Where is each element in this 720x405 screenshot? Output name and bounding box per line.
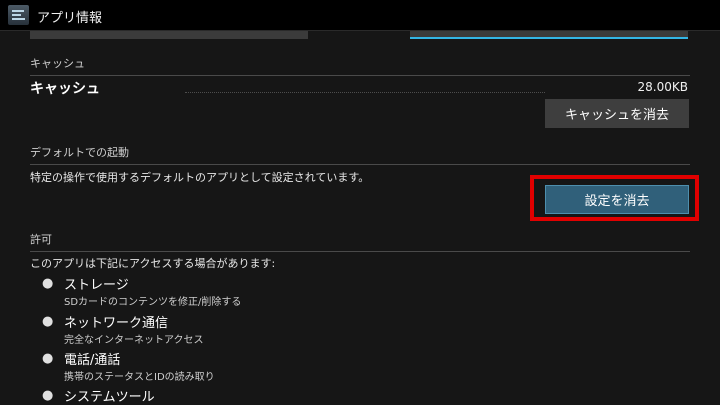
page-title: アプリ情報 <box>37 11 103 26</box>
bullet-icon: ● <box>42 351 54 366</box>
cache-size-value: 28.00KB <box>637 80 688 94</box>
permission-title: システムツール <box>64 390 155 405</box>
permission-desc: 携帯のステータスとIDの読み取り <box>64 372 215 383</box>
permission-desc: SDカードのコンテンツを修正/削除する <box>64 297 242 308</box>
bullet-icon: ● <box>42 314 54 329</box>
bullet-icon: ● <box>42 276 54 291</box>
app-settings-icon[interactable] <box>8 5 29 25</box>
cache-section-header: キャッシュ <box>30 55 690 76</box>
highlight-box <box>530 175 699 221</box>
default-launch-section-header: デフォルトでの起動 <box>30 144 690 165</box>
bullet-icon: ● <box>42 388 54 403</box>
permissions-section-header: 許可 <box>30 231 690 252</box>
uninstall-button-partial[interactable] <box>410 31 688 39</box>
default-launch-description: 特定の操作で使用するデフォルトのアプリとして設定されています。 <box>30 171 370 184</box>
permission-title: ストレージ <box>64 278 129 293</box>
clear-cache-button[interactable]: キャッシュを消去 <box>545 99 689 128</box>
cache-row-label: キャッシュ <box>30 81 100 97</box>
permission-desc: 完全なインターネットアクセス <box>64 335 204 346</box>
action-bar: アプリ情報 <box>0 0 720 31</box>
permission-title: 電話/通話 <box>64 353 121 368</box>
cache-dotted-separator <box>185 92 545 93</box>
force-stop-button-partial[interactable] <box>30 31 308 39</box>
permissions-intro: このアプリは下記にアクセスする場合があります: <box>30 257 276 270</box>
permission-title: ネットワーク通信 <box>64 316 169 331</box>
